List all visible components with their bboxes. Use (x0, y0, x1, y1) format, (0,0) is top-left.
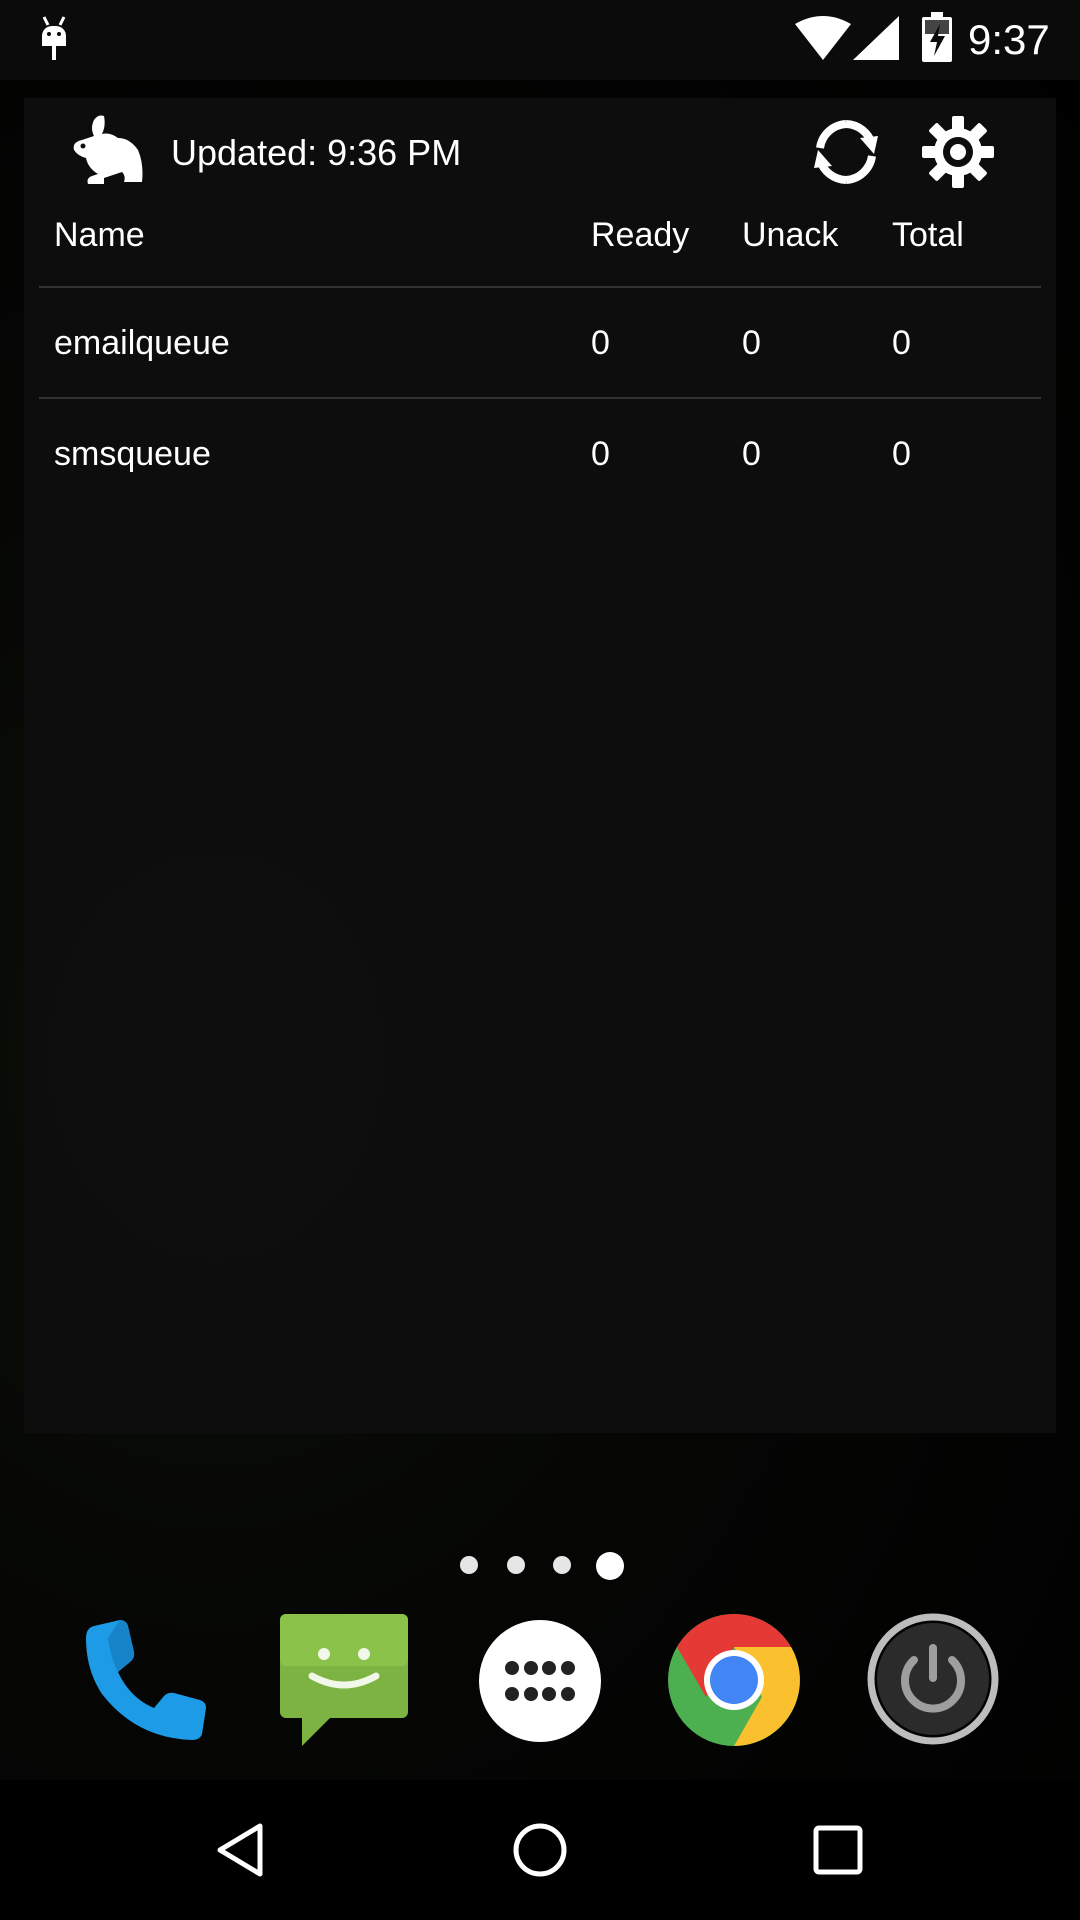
ready-count: 0 (591, 435, 610, 473)
page-dot (507, 1556, 525, 1574)
refresh-icon[interactable] (808, 114, 884, 190)
column-header-total: Total (892, 216, 964, 254)
chrome-icon[interactable] (666, 1612, 802, 1748)
unack-count: 0 (742, 435, 761, 473)
messaging-icon[interactable] (276, 1610, 412, 1750)
queue-name: emailqueue (54, 324, 230, 362)
table-row[interactable]: emailqueue 0 0 0 (24, 288, 1056, 398)
status-time: 9:37 (968, 16, 1050, 63)
updated-time-label: Updated: 9:36 PM (171, 132, 462, 173)
column-header-ready: Ready (591, 216, 690, 254)
column-header-name: Name (54, 216, 145, 254)
rabbit-icon[interactable] (64, 112, 148, 192)
android-debug-icon (42, 16, 66, 60)
status-bar: 9:37 (0, 0, 1080, 80)
back-icon[interactable] (210, 1820, 270, 1880)
recent-apps-icon[interactable] (810, 1822, 866, 1878)
wifi-icon (795, 16, 851, 60)
column-header-unack: Unack (742, 216, 839, 254)
app-drawer-icon[interactable] (477, 1618, 603, 1744)
battery-charging-icon (922, 12, 952, 62)
total-count: 0 (892, 324, 911, 362)
power-icon[interactable] (866, 1612, 1000, 1746)
navigation-bar (0, 1780, 1080, 1920)
gear-icon[interactable] (920, 114, 996, 190)
unack-count: 0 (742, 324, 761, 362)
page-dot (553, 1556, 571, 1574)
page-dot-active (596, 1552, 624, 1580)
cell-signal-icon (853, 16, 899, 60)
page-dot (460, 1556, 478, 1574)
queue-widget: Updated: 9:36 PM Name Ready Unack Total … (24, 98, 1056, 1433)
table-row[interactable]: smsqueue 0 0 0 (24, 399, 1056, 509)
home-icon[interactable] (510, 1820, 570, 1880)
ready-count: 0 (591, 324, 610, 362)
total-count: 0 (892, 435, 911, 473)
phone-icon[interactable] (80, 1612, 212, 1744)
queue-name: smsqueue (54, 435, 211, 473)
